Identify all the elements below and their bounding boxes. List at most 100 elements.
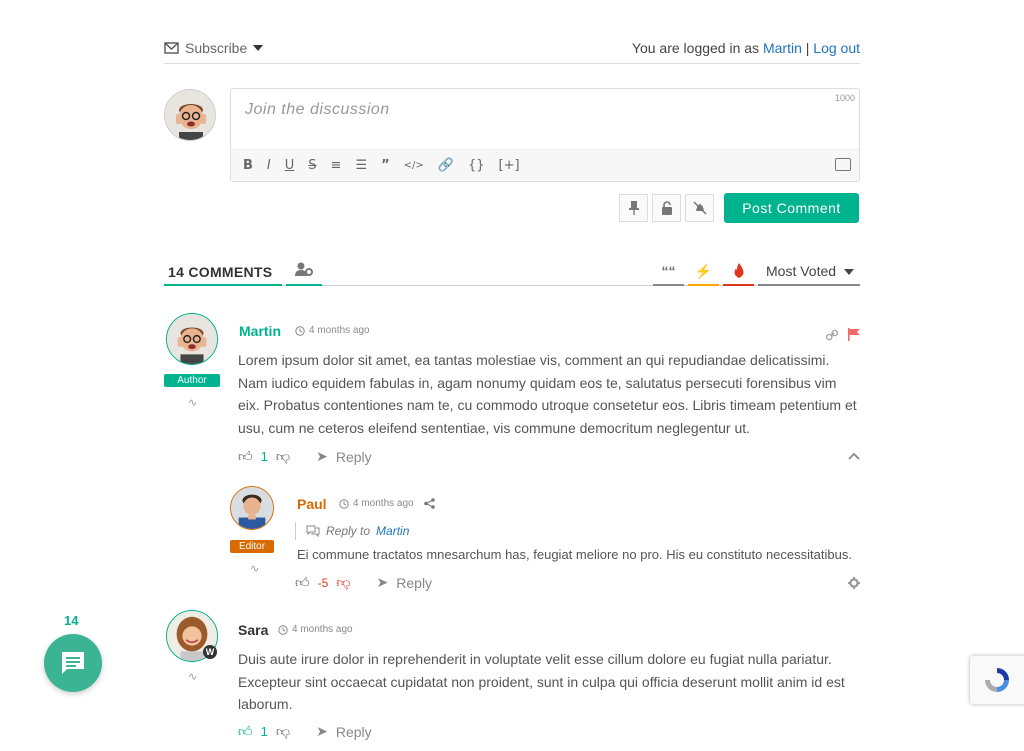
author-badge: Author <box>164 374 220 387</box>
comment-author[interactable]: Paul <box>297 496 327 512</box>
comment-author[interactable]: Sara <box>238 622 268 638</box>
reply-to-author[interactable]: Martin <box>376 524 409 538</box>
share-icon[interactable] <box>423 498 435 509</box>
vote-count: -5 <box>317 575 329 590</box>
thumbs-down-icon[interactable]: 👎︎ <box>336 574 350 591</box>
avatar[interactable] <box>166 313 218 365</box>
reply-arrow-icon: ➤ <box>316 448 328 464</box>
pin-icon <box>628 201 639 215</box>
image-upload-icon[interactable] <box>835 158 851 171</box>
comment-editor[interactable]: Join the discussion 1000 B I U S ≡ ☰ ” <… <box>230 88 860 182</box>
link-icon[interactable] <box>826 329 838 341</box>
fire-sort-icon[interactable] <box>723 256 754 286</box>
comments-count-tab[interactable]: 14 COMMENTS <box>164 256 282 286</box>
mute-notifications-button[interactable] <box>685 194 714 222</box>
reply-to-label: Reply to <box>326 524 371 538</box>
comments-topbar: Subscribe You are logged in as Martin | … <box>164 36 860 64</box>
bold-button[interactable]: B <box>243 158 253 173</box>
unlock-icon <box>661 201 672 215</box>
comment-actions: 👍︎ 1 👎︎ ➤ Reply <box>238 448 372 465</box>
reply-button[interactable]: ➤ Reply <box>316 448 372 465</box>
caret-down-icon <box>844 269 855 275</box>
strikethrough-button[interactable]: S <box>308 158 316 173</box>
flag-icon[interactable] <box>848 328 860 341</box>
char-limit: 1000 <box>834 93 855 103</box>
comment-author[interactable]: Martin <box>239 323 281 339</box>
recaptcha-icon <box>985 668 1009 692</box>
recaptcha-badge[interactable] <box>970 656 1024 704</box>
logged-in-text: You are logged in as <box>631 40 760 56</box>
comment-actions: 👍︎ 1 👎︎ ➤ Reply <box>238 723 372 740</box>
thumbs-down-icon[interactable]: 👎︎ <box>276 723 290 740</box>
comment-text: Lorem ipsum dolor sit amet, ea tantas mo… <box>238 352 857 436</box>
comments-header: 14 COMMENTS ““ ⚡ Most Voted <box>164 256 860 286</box>
code-button[interactable]: </> <box>404 160 424 171</box>
users-gear-icon <box>295 262 313 276</box>
envelope-icon <box>164 42 179 54</box>
thumbs-up-icon[interactable]: 👍︎ <box>295 574 310 591</box>
unordered-list-icon[interactable]: ☰ <box>355 158 367 173</box>
sort-dropdown[interactable]: Most Voted <box>758 256 860 286</box>
separator: | <box>805 40 810 56</box>
quote-sort-icon[interactable]: ““ <box>653 256 684 286</box>
ordered-list-icon[interactable]: ≡ <box>331 158 342 173</box>
quote-button[interactable]: ” <box>381 158 390 173</box>
rss-icon[interactable]: ∿ <box>188 670 197 683</box>
reply-button[interactable]: ➤ Reply <box>316 723 372 740</box>
reply-arrow-icon: ➤ <box>316 723 328 739</box>
time-label: 4 months ago <box>309 325 370 336</box>
reply-to-line: Reply to Martin <box>295 522 409 540</box>
floating-comment-count: 14 <box>64 613 79 628</box>
comment-text: Duis aute irure dolor in reprehenderit i… <box>238 651 845 712</box>
comment-input-placeholder[interactable]: Join the discussion <box>245 101 390 119</box>
link-icon[interactable]: 🔗 <box>438 158 454 173</box>
profile-link[interactable]: Martin <box>763 40 802 56</box>
thumbs-up-icon[interactable]: 👍︎ <box>238 448 253 465</box>
sticky-pin-button[interactable] <box>619 194 648 222</box>
post-comment-button[interactable]: Post Comment <box>724 193 859 223</box>
underline-button[interactable]: U <box>285 158 295 173</box>
sort-tabs: ““ ⚡ Most Voted <box>653 256 860 286</box>
thumbs-up-icon[interactable]: 👍︎ <box>238 723 253 740</box>
close-thread-button[interactable] <box>652 194 681 222</box>
time-label: 4 months ago <box>292 624 353 635</box>
reply-label: Reply <box>335 448 372 465</box>
editor-badge: Editor <box>230 540 274 553</box>
reply-button[interactable]: ➤ Reply <box>377 574 433 591</box>
bell-off-icon <box>692 201 707 215</box>
clock-icon <box>295 325 305 336</box>
comment-text: Ei commune tractatos mnesarchum has, feu… <box>297 547 852 562</box>
collapse-chevron-icon[interactable] <box>848 452 860 460</box>
floating-comments-button[interactable] <box>44 634 102 692</box>
logout-link[interactable]: Log out <box>813 40 860 56</box>
clock-icon <box>278 624 288 635</box>
bolt-sort-icon[interactable]: ⚡ <box>688 256 719 286</box>
comment-options <box>619 194 714 222</box>
vote-count: 1 <box>260 449 268 464</box>
avatar[interactable] <box>230 486 274 530</box>
spoiler-button[interactable]: [+] <box>499 158 520 173</box>
comment-time: 4 months ago <box>339 498 435 509</box>
time-label: 4 months ago <box>353 498 414 509</box>
login-status: You are logged in as Martin | Log out <box>632 40 860 56</box>
italic-button[interactable]: I <box>267 158 271 173</box>
code-block-button[interactable]: {} <box>468 158 485 173</box>
thumbs-down-icon[interactable]: 👎︎ <box>276 448 290 465</box>
editor-toolbar: B I U S ≡ ☰ ” </> 🔗 {} [+] <box>231 149 859 181</box>
clock-icon <box>339 498 349 509</box>
rss-icon[interactable]: ∿ <box>250 562 259 575</box>
wordpress-icon: W <box>203 645 217 659</box>
gear-icon[interactable] <box>848 577 860 589</box>
comments-icon <box>306 525 320 537</box>
rss-icon[interactable]: ∿ <box>188 396 197 409</box>
caret-down-icon <box>253 45 264 51</box>
vote-count: 1 <box>260 724 268 739</box>
subscribe-dropdown[interactable]: Subscribe <box>164 40 264 56</box>
subscribe-label: Subscribe <box>185 40 248 56</box>
comment-time: 4 months ago <box>278 624 353 635</box>
reply-arrow-icon: ➤ <box>376 574 389 590</box>
users-tab[interactable] <box>286 256 322 286</box>
comment-actions: 👍︎ -5 👎︎ ➤ Reply <box>295 574 432 591</box>
comment-time: 4 months ago <box>295 325 370 336</box>
sort-label: Most Voted <box>766 263 837 279</box>
